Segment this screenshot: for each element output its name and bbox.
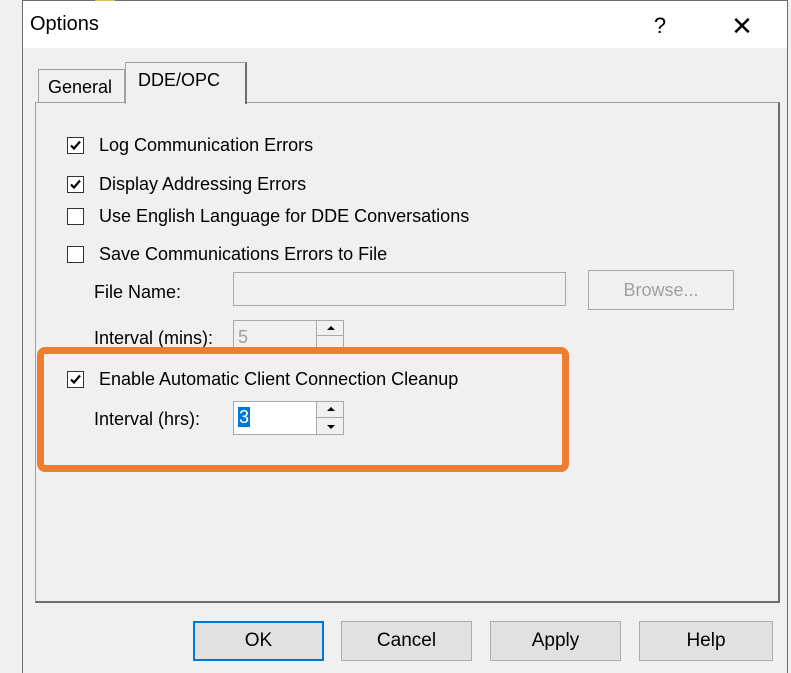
display-addressing-errors-label[interactable]: Display Addressing Errors <box>99 174 306 195</box>
display-addressing-errors-checkbox[interactable] <box>67 176 84 193</box>
tab-label: General <box>48 77 113 97</box>
interval-mins-label: Interval (mins): <box>94 328 214 348</box>
ok-button[interactable]: OK <box>193 621 324 661</box>
save-errors-to-file-label[interactable]: Save Communications Errors to File <box>99 244 387 265</box>
spin-up-button[interactable] <box>317 321 343 336</box>
highlight-annotation <box>37 347 569 472</box>
browse-button[interactable]: Browse... <box>588 270 734 310</box>
file-name-input[interactable] <box>233 272 566 306</box>
window-title: Options <box>30 13 99 35</box>
close-button[interactable]: ✕ <box>720 8 764 44</box>
help-title-button[interactable]: ? <box>640 10 680 42</box>
tab-general[interactable]: General <box>38 69 125 103</box>
file-name-label: File Name: <box>94 282 182 302</box>
up-arrow-icon <box>327 326 335 330</box>
tab-dde-opc[interactable]: DDE/OPC <box>125 62 247 104</box>
save-errors-to-file-checkbox[interactable] <box>67 246 84 263</box>
tab-label: DDE/OPC <box>138 70 221 90</box>
apply-button[interactable]: Apply <box>490 621 621 661</box>
cancel-button[interactable]: Cancel <box>341 621 472 661</box>
english-dde-label[interactable]: Use English Language for DDE Conversatio… <box>99 206 469 227</box>
close-icon: ✕ <box>731 11 753 41</box>
help-button[interactable]: Help <box>639 621 773 661</box>
english-dde-checkbox[interactable] <box>67 208 84 225</box>
log-comm-errors-label[interactable]: Log Communication Errors <box>99 135 313 156</box>
log-comm-errors-checkbox[interactable] <box>67 137 84 154</box>
checkmark-icon <box>70 140 81 151</box>
checkmark-icon <box>70 179 81 190</box>
